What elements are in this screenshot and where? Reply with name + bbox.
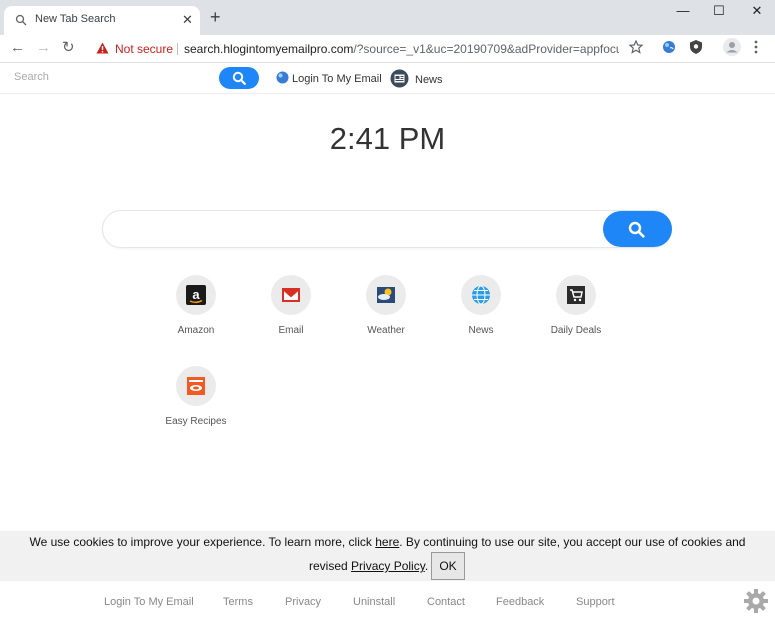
header-search-button[interactable] [219,67,259,89]
maximize-button[interactable]: ☐ [704,4,734,18]
footer-contact-link[interactable]: Contact [427,596,465,608]
news-link-label: News [415,74,443,86]
amazon-icon: a [176,275,216,315]
page-header: Search Login To My Email News [0,63,775,94]
cookie-ok-button[interactable]: OK [431,552,465,580]
url-path: /?source=_v1&uc=20190709&adProvider=appf… [353,42,619,56]
email-icon [271,275,311,315]
footer-terms-link[interactable]: Terms [223,596,253,608]
cookie-period: . [424,559,429,573]
star-icon[interactable] [628,39,644,59]
tile-amazon[interactable]: a Amazon [156,275,236,336]
footer-feedback-link[interactable]: Feedback [496,596,544,608]
cookie-banner: We use cookies to improve your experienc… [0,531,775,581]
header-search-input[interactable]: Search [14,71,49,83]
tile-easy-recipes[interactable]: Easy Recipes [156,366,236,427]
cookie-message: We use cookies to improve your experienc… [0,535,775,549]
recipes-icon [176,366,216,406]
cart-icon [556,275,596,315]
divider [177,43,178,55]
search-icon [232,71,246,85]
footer-login-link[interactable]: Login To My Email [104,596,194,608]
weather-icon [366,275,406,315]
tile-label: Daily Deals [550,325,602,336]
url-text[interactable]: search.hlogintomyemailpro.com/?source=_v… [184,42,619,56]
privacy-policy-link[interactable]: Privacy Policy [351,559,425,573]
cookie-message-line2: revised Privacy Policy. [309,559,428,573]
tile-label: Easy Recipes [165,416,227,427]
browser-tab-strip: New Tab Search ✕ + — ☐ ✕ [0,0,775,35]
search-icon [15,13,27,31]
svg-text:a: a [192,287,200,302]
browser-toolbar: ← → ↻ Not secure search.hlogintomyemailp… [0,35,775,63]
main-search-button[interactable] [603,211,672,247]
tile-daily-deals[interactable]: Daily Deals [536,275,616,336]
globe-icon [276,71,289,84]
search-icon [628,221,645,238]
warning-icon[interactable] [96,41,109,59]
cookie-here-link[interactable]: here [375,535,399,549]
avatar-icon[interactable] [722,37,742,62]
clock: 2:41 PM [329,121,446,156]
forward-button[interactable]: → [36,40,51,56]
kebab-menu-icon[interactable] [754,40,758,59]
url-host: search.hlogintomyemailpro.com [184,42,354,56]
cookie-revised: revised [309,559,352,573]
tile-email[interactable]: Email [251,275,331,336]
globe-icon [461,275,501,315]
cookie-text: We use cookies to improve your experienc… [29,535,376,549]
back-button[interactable]: ← [10,40,25,56]
footer-privacy-link[interactable]: Privacy [285,596,321,608]
tile-label: Amazon [177,325,215,336]
login-link-label: Login To My Email [292,73,382,85]
tab-close-icon[interactable]: ✕ [182,12,193,28]
new-tab-button[interactable]: + [210,8,221,26]
tile-news[interactable]: News [441,275,521,336]
extension-globe-icon[interactable] [662,40,676,59]
tile-label: Weather [367,325,405,336]
security-status[interactable]: Not secure [115,42,173,56]
tile-label: Email [278,325,304,336]
newspaper-icon [390,69,409,88]
login-email-link[interactable]: Login To My Email [276,71,382,85]
tile-label: News [468,325,494,336]
minimize-button[interactable]: — [668,4,698,18]
tile-weather[interactable]: Weather [346,275,426,336]
address-bar[interactable]: Not secure search.hlogintomyemailpro.com… [90,37,622,61]
browser-tab[interactable]: New Tab Search ✕ [4,6,200,35]
shield-icon[interactable] [689,39,703,60]
gear-icon[interactable] [743,588,769,619]
reload-button[interactable]: ↻ [62,40,75,56]
footer-uninstall-link[interactable]: Uninstall [353,596,395,608]
cookie-text-cont: . By continuing to use our site, you acc… [399,535,746,549]
main-search-input[interactable] [102,210,672,248]
tab-title: New Tab Search [35,13,116,25]
news-link[interactable]: News [390,69,443,88]
footer-support-link[interactable]: Support [576,596,615,608]
close-window-button[interactable]: ✕ [742,4,772,18]
